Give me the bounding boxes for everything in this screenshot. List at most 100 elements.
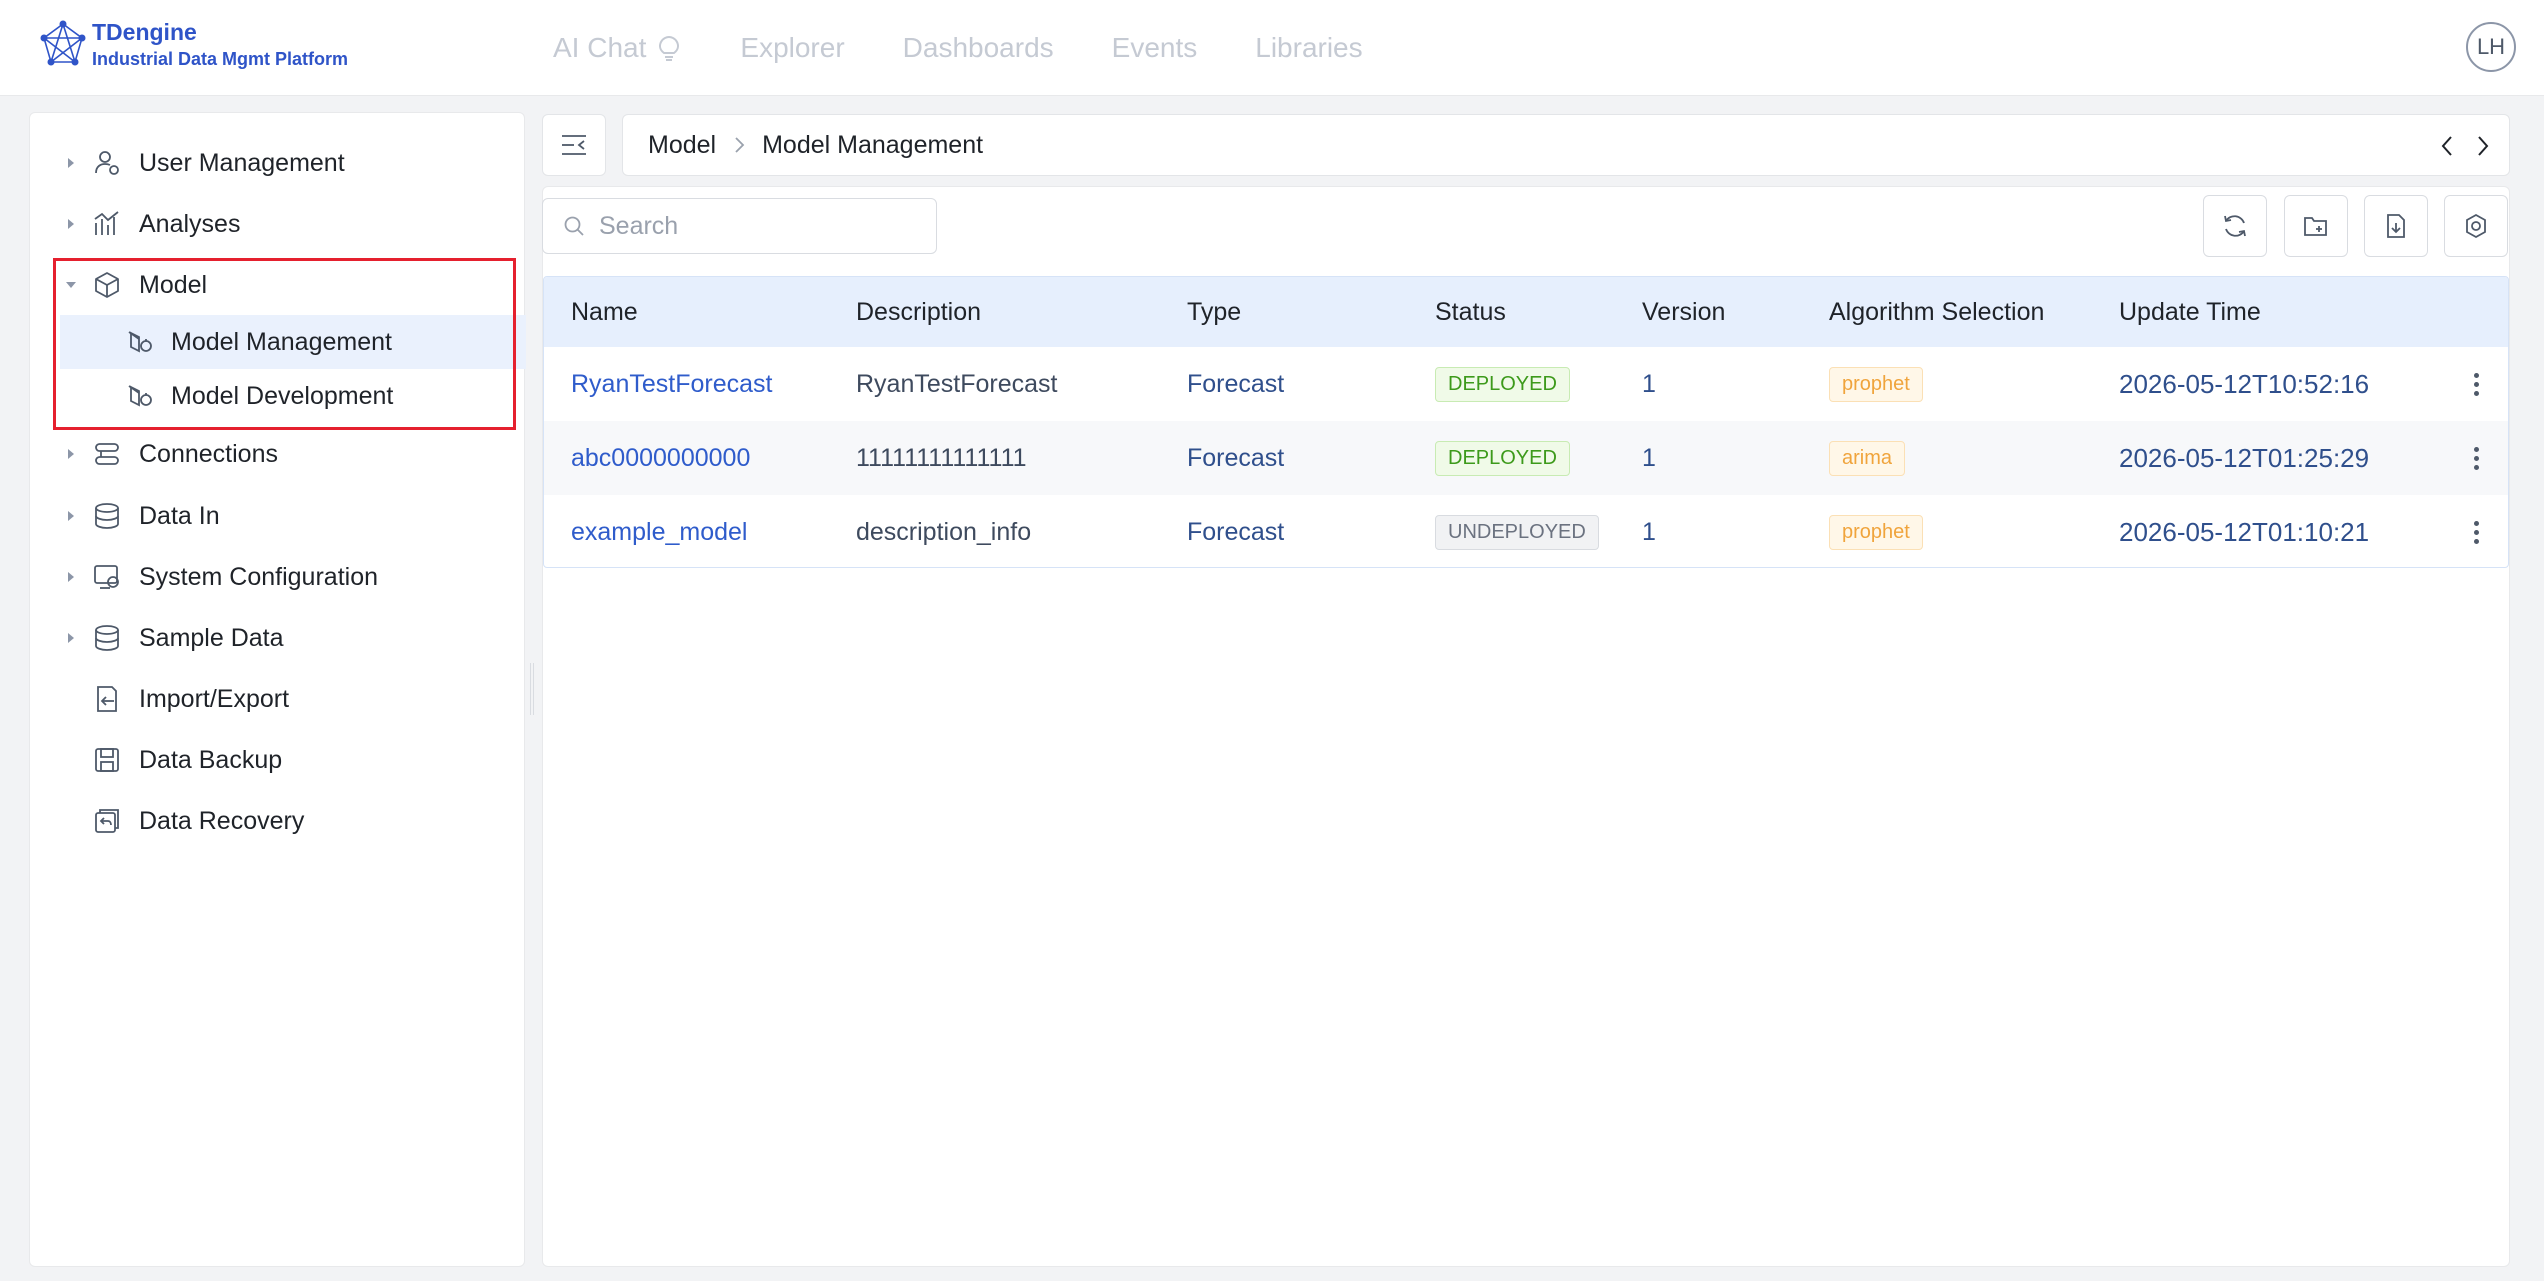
sidebar-item-label: Model	[139, 270, 208, 299]
model-type: Forecast	[1187, 443, 1285, 472]
nav-dashboards[interactable]: Dashboards	[903, 32, 1054, 64]
model-name-link[interactable]: RyanTestForecast	[571, 370, 772, 399]
sidebar-item-label: Model Development	[171, 381, 394, 410]
nav-events[interactable]: Events	[1112, 32, 1198, 64]
model-version: 1	[1642, 517, 1656, 546]
model-description: RyanTestForecast	[856, 369, 1058, 398]
brand[interactable]: TDengine Industrial Data Mgmt Platform	[38, 18, 348, 70]
sidebar-item-system-configuration[interactable]: System Configuration	[30, 550, 524, 604]
update-time: 2026-05-12T01:25:29	[2119, 442, 2370, 473]
model-description: 11111111111111	[856, 443, 1027, 472]
algorithm-tag: prophet	[1829, 366, 1923, 402]
nav-label: Dashboards	[902, 32, 1054, 63]
column-header-update-time[interactable]: Update Time	[2119, 298, 2261, 327]
breadcrumb-item-model[interactable]: Model	[648, 131, 716, 160]
more-actions-icon[interactable]	[2464, 512, 2488, 552]
top-nav: AI Chat Explorer Dashboards Events Libra…	[553, 0, 1421, 96]
user-avatar[interactable]: LH	[2466, 22, 2516, 72]
table-row[interactable]: abc0000000000 11111111111111 Forecast DE…	[544, 421, 2508, 495]
tdengine-logo-icon	[40, 20, 86, 66]
collapse-sidebar-button[interactable]	[542, 114, 606, 176]
lightbulb-icon	[659, 35, 680, 61]
export-file-icon	[2387, 214, 2405, 238]
model-table: Name Description Type Status Version Alg…	[543, 276, 2509, 568]
new-folder-button[interactable]	[2284, 195, 2348, 257]
sidebar-item-model-management[interactable]: Model Management	[60, 315, 526, 369]
sidebar-item-model-development[interactable]: Model Development	[30, 369, 524, 423]
sidebar-item-label: Sample Data	[139, 623, 284, 652]
sidebar-item-model[interactable]: Model	[30, 258, 524, 312]
column-header-name[interactable]: Name	[571, 298, 638, 327]
sidebar-item-label: Model Management	[171, 327, 392, 356]
status-badge: DEPLOYED	[1435, 366, 1570, 402]
sidebar: User Management Analyses Model Model Man…	[29, 112, 526, 1267]
column-header-status[interactable]: Status	[1435, 298, 1506, 327]
sidebar-item-sample-data[interactable]: Sample Data	[30, 611, 524, 665]
status-badge: DEPLOYED	[1435, 440, 1570, 476]
sidebar-item-label: Data Recovery	[139, 806, 305, 835]
refresh-icon	[2224, 215, 2246, 237]
top-header: TDengine Industrial Data Mgmt Platform A…	[0, 0, 2544, 96]
search-input[interactable]	[599, 211, 919, 241]
algorithm-tag: arima	[1829, 440, 1906, 476]
model-version: 1	[1642, 369, 1656, 398]
column-header-description[interactable]: Description	[856, 298, 981, 327]
sidebar-item-data-recovery[interactable]: Data Recovery	[30, 794, 524, 848]
sidebar-item-connections[interactable]: Connections	[30, 427, 524, 481]
nav-label: AI Chat	[553, 32, 647, 63]
sidebar-item-data-backup[interactable]: Data Backup	[30, 733, 524, 787]
chevron-right-icon	[732, 135, 746, 155]
table-row[interactable]: RyanTestForecast RyanTestForecast Foreca…	[544, 347, 2508, 421]
backup-icon	[95, 748, 119, 772]
caret-right-icon	[68, 633, 74, 643]
column-header-version[interactable]: Version	[1642, 298, 1725, 327]
search-icon	[564, 216, 584, 236]
recovery-icon	[95, 809, 119, 833]
model-name-link[interactable]: example_model	[571, 518, 748, 547]
status-badge: UNDEPLOYED	[1435, 514, 1599, 550]
sidebar-item-analyses[interactable]: Analyses	[30, 197, 524, 251]
nav-explorer[interactable]: Explorer	[740, 32, 844, 64]
model-version: 1	[1642, 443, 1656, 472]
caret-right-icon	[68, 449, 74, 459]
chevron-right-icon[interactable]	[2475, 133, 2491, 159]
column-header-type[interactable]: Type	[1187, 298, 1241, 327]
system-config-icon	[94, 565, 119, 589]
refresh-button[interactable]	[2203, 195, 2267, 257]
caret-right-icon	[68, 158, 74, 168]
brand-subtitle: Industrial Data Mgmt Platform	[92, 49, 349, 69]
model-name-link[interactable]: abc0000000000	[571, 444, 750, 473]
model-type: Forecast	[1187, 517, 1285, 546]
column-header-algorithm[interactable]: Algorithm Selection	[1829, 298, 2044, 327]
sidebar-item-label: User Management	[139, 148, 345, 177]
more-actions-icon[interactable]	[2464, 438, 2488, 478]
breadcrumb: Model Model Management	[622, 114, 2510, 176]
table-header: Name Description Type Status Version Alg…	[544, 277, 2508, 347]
search-box[interactable]	[542, 198, 937, 254]
nav-label: Libraries	[1255, 32, 1363, 63]
nav-libraries[interactable]: Libraries	[1255, 32, 1362, 64]
sidebar-resize-handle[interactable]	[530, 663, 534, 715]
database-icon	[95, 625, 119, 651]
user-gear-icon	[95, 151, 119, 175]
caret-right-icon	[68, 572, 74, 582]
brand-name: TDengine	[92, 19, 197, 45]
nav-ai-chat[interactable]: AI Chat	[553, 32, 682, 64]
database-in-icon	[95, 503, 119, 529]
model-description: description_info	[856, 517, 1032, 546]
sidebar-item-user-management[interactable]: User Management	[30, 136, 524, 190]
model-type: Forecast	[1187, 369, 1285, 398]
chevron-left-icon[interactable]	[2439, 133, 2455, 159]
sidebar-item-label: Data Backup	[139, 745, 283, 774]
sidebar-item-import-export[interactable]: Import/Export	[30, 672, 524, 726]
caret-right-icon	[68, 219, 74, 229]
sidebar-item-label: Connections	[139, 439, 278, 468]
sidebar-item-data-in[interactable]: Data In	[30, 489, 524, 543]
more-actions-icon[interactable]	[2464, 364, 2488, 404]
settings-button[interactable]	[2444, 195, 2508, 257]
table-row[interactable]: example_model description_info Forecast …	[544, 495, 2508, 567]
export-button[interactable]	[2364, 195, 2428, 257]
update-time: 2026-05-12T01:10:21	[2119, 516, 2370, 547]
model-icon	[128, 385, 152, 407]
connections-icon	[95, 443, 119, 465]
